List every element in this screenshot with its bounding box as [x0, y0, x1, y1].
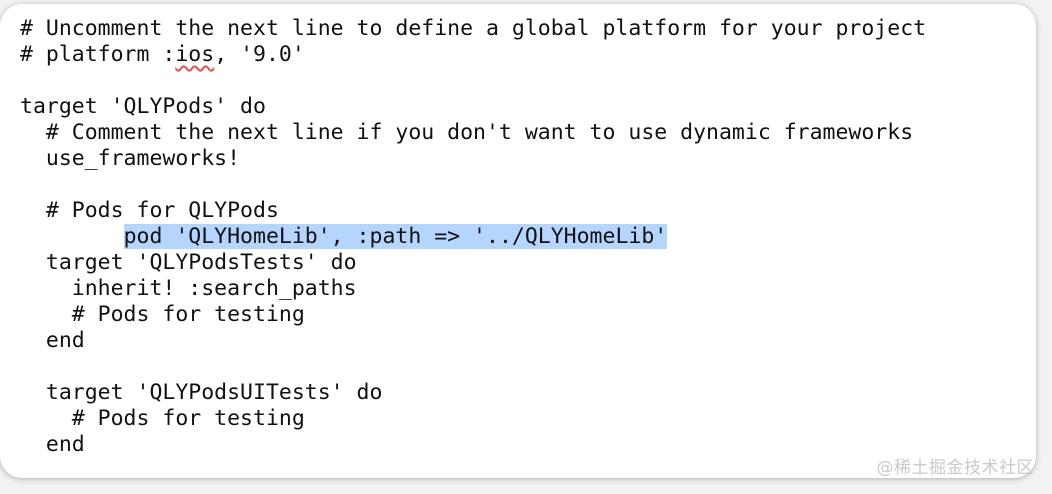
code-line-17: end [20, 432, 85, 457]
podfile-code[interactable]: # Uncomment the next line to define a gl… [20, 16, 926, 458]
code-line-13: end [20, 328, 85, 353]
code-line-12: # Pods for testing [20, 302, 305, 327]
code-line-5: # Comment the next line if you don't wan… [20, 120, 914, 145]
code-line-2-start: # platform : [20, 42, 176, 67]
code-line-15: target 'QLYPodsUITests' do [20, 380, 383, 405]
misspelled-word[interactable]: ios [175, 42, 214, 67]
code-line-1: # Uncomment the next line to define a gl… [20, 16, 927, 41]
code-line-9: pod 'QLYHomeLib', :path => '../QLYHomeLi… [20, 224, 926, 250]
code-line-4: target 'QLYPods' do [20, 94, 266, 119]
code-line-9-indent [20, 224, 124, 249]
code-line-10: target 'QLYPodsTests' do [20, 250, 357, 275]
code-line-6: use_frameworks! [20, 146, 241, 171]
code-editor-window: # Uncomment the next line to define a gl… [0, 4, 1036, 478]
watermark: @稀土掘金技术社区 [876, 458, 1034, 478]
code-line-8: # Pods for QLYPods [20, 198, 279, 223]
code-line-2-end: , '9.0' [214, 42, 305, 67]
code-line-11: inherit! :search_paths [20, 276, 357, 301]
code-line-16: # Pods for testing [20, 406, 305, 431]
code-line-2: # platform :ios, '9.0' [20, 42, 926, 68]
selected-text[interactable]: pod 'QLYHomeLib', :path => '../QLYHomeLi… [123, 224, 668, 249]
